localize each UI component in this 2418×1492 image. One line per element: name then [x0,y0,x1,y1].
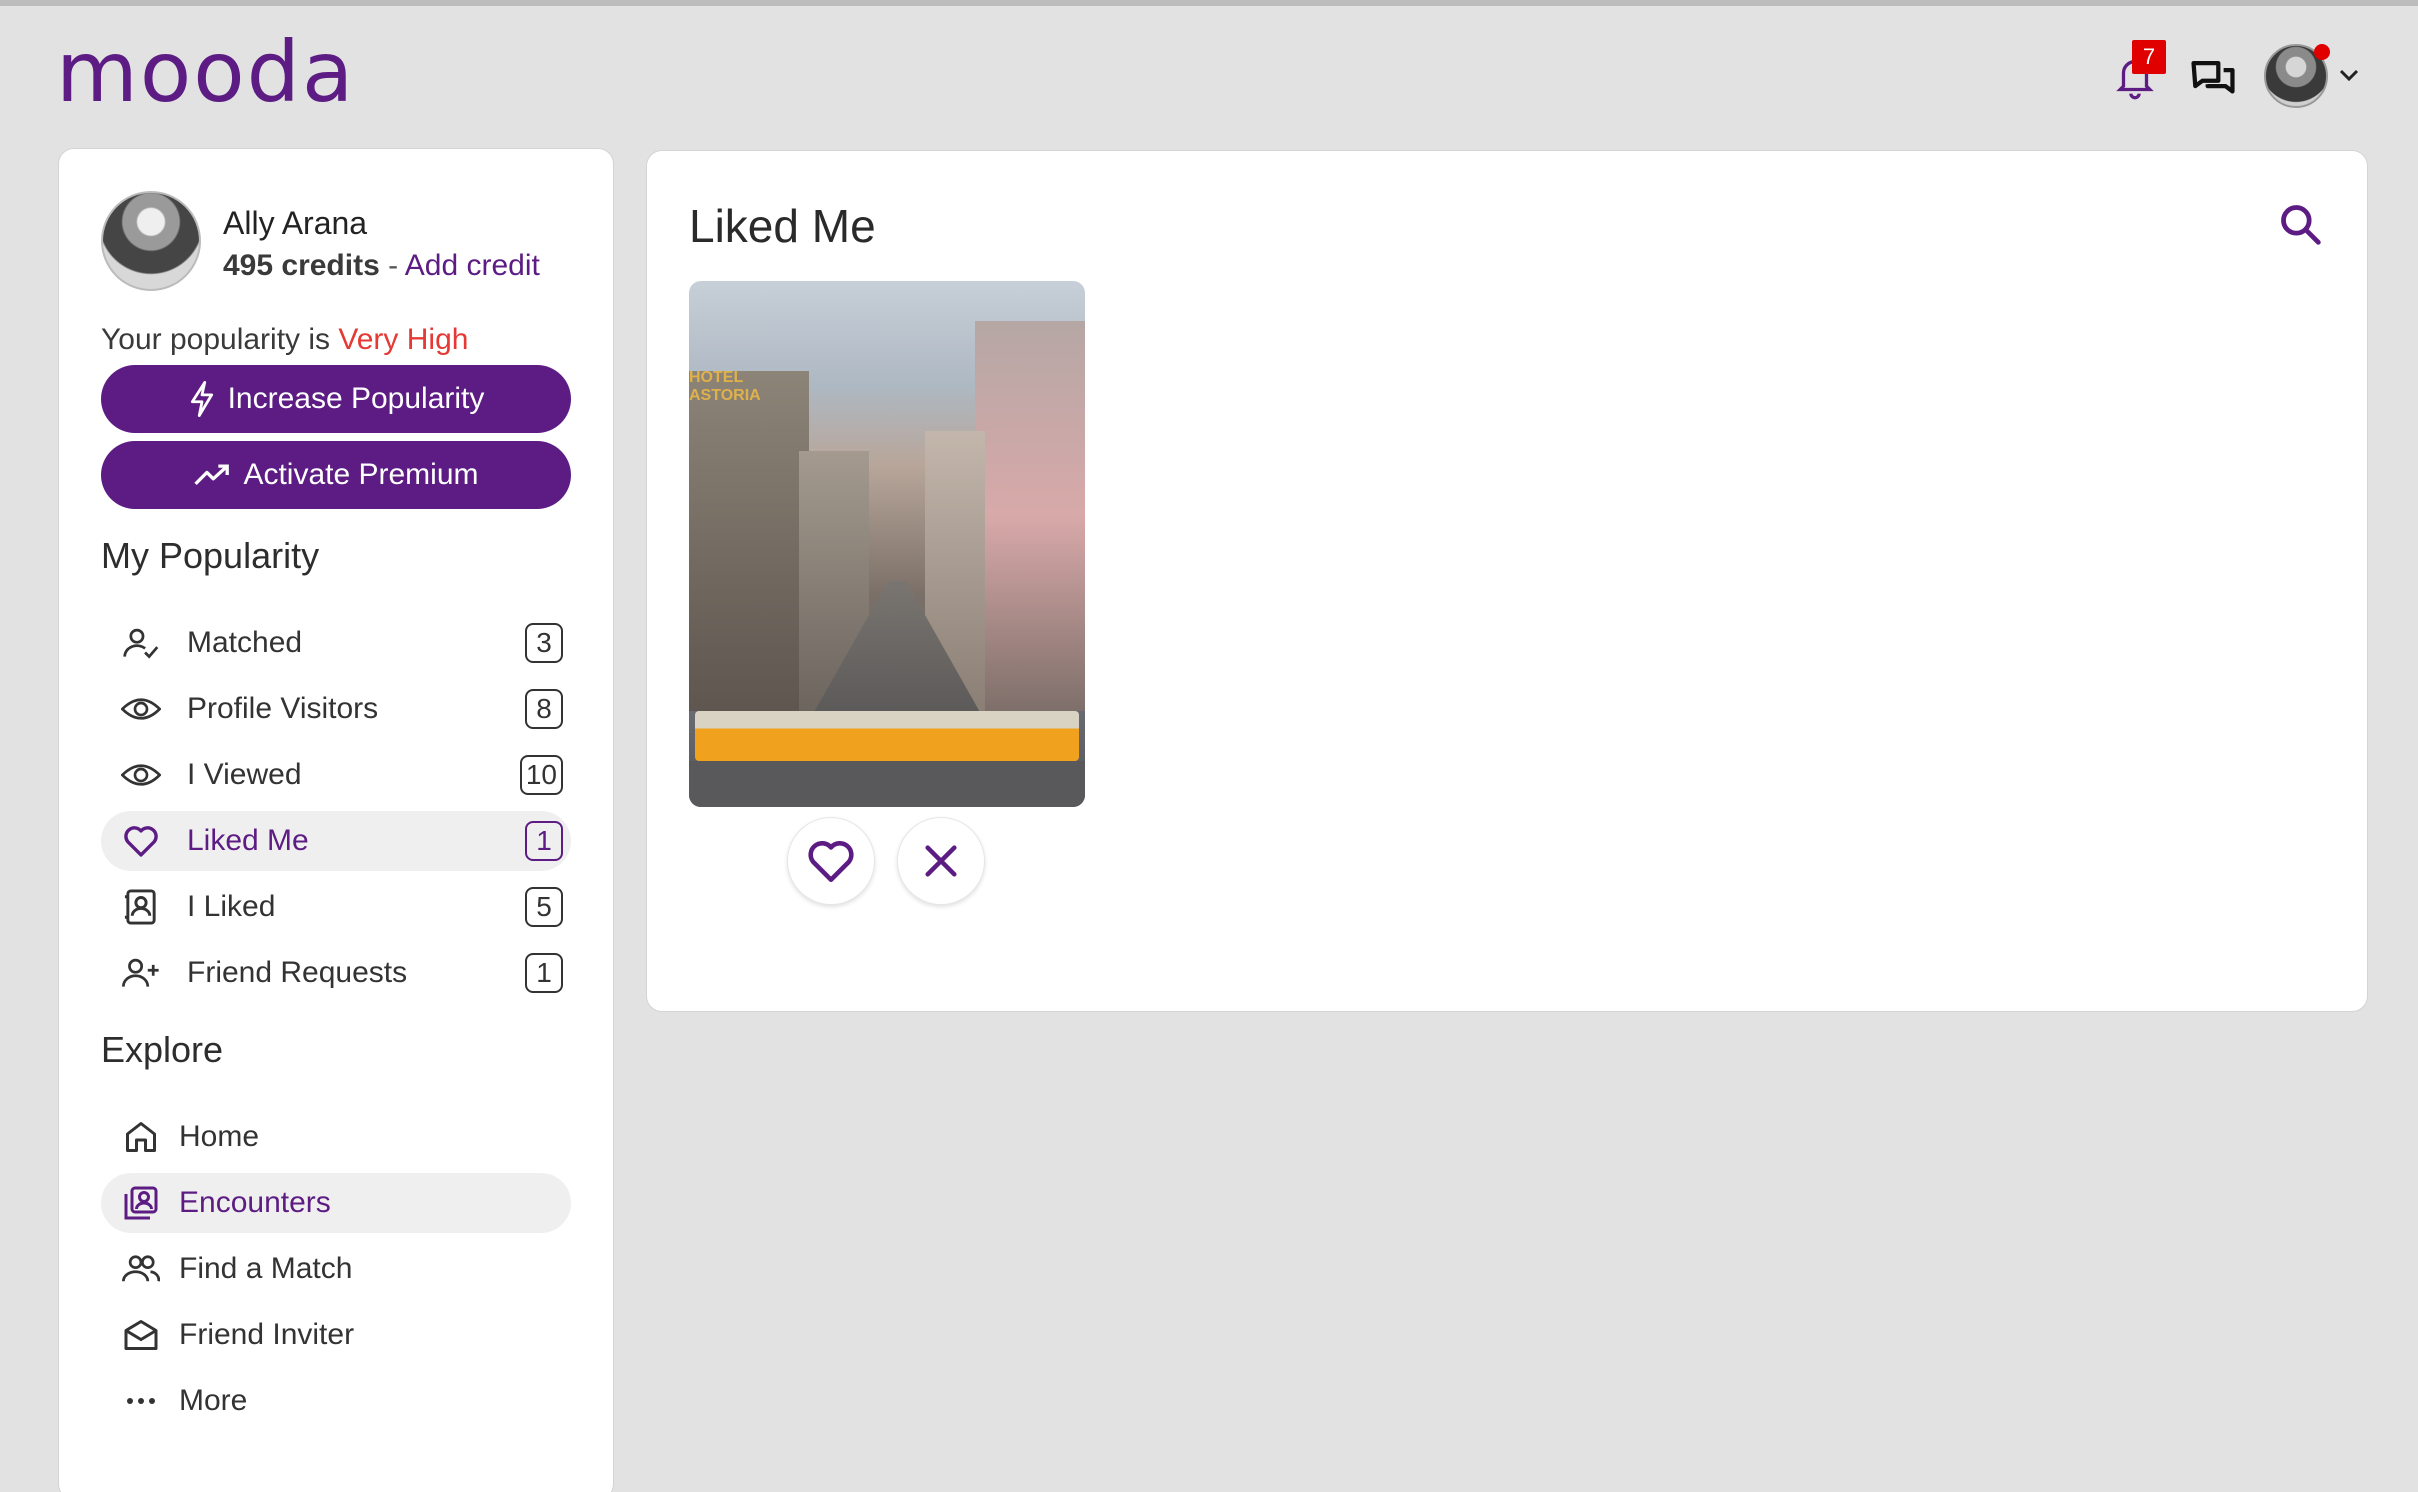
sidebar-item-home[interactable]: Home [101,1107,571,1167]
encounters-icon [121,1183,161,1223]
sidebar: Ally Arana 495 credits - Add credit Your… [58,148,614,1492]
activate-premium-label: Activate Premium [243,458,479,491]
sidebar-item-friend-inviter[interactable]: Friend Inviter [101,1305,571,1365]
sidebar-item-i-viewed[interactable]: I Viewed 10 [101,745,571,805]
close-icon [925,845,957,877]
sidebar-item-matched[interactable]: Matched 3 [101,613,571,673]
count-badge: 1 [525,821,563,861]
popularity-status: Your popularity is Very High [101,323,468,357]
sidebar-item-label: I Liked [187,890,276,923]
photo-building [975,321,1085,711]
count-badge: 8 [525,689,563,729]
notification-count-badge: 7 [2132,40,2166,74]
sidebar-item-profile-visitors[interactable]: Profile Visitors 8 [101,679,571,739]
sidebar-item-encounters[interactable]: Encounters [101,1173,571,1233]
sidebar-item-label: I Viewed [187,758,302,791]
profile-credits-line: 495 credits - Add credit [223,249,540,283]
sidebar-item-label: Home [179,1120,260,1153]
sidebar-item-label: Find a Match [179,1252,353,1285]
search-icon [2281,205,2321,245]
sidebar-item-i-liked[interactable]: I Liked 5 [101,877,571,937]
heart-icon [808,841,854,883]
like-button[interactable] [787,817,875,905]
account-menu-toggle[interactable] [2336,62,2362,88]
popularity-prefix: Your popularity is [101,323,331,356]
photo-hotel-sign: HOTEL ASTORIA [689,369,761,404]
activate-premium-button[interactable]: Activate Premium [101,441,571,509]
credits-separator: - [379,249,405,282]
sidebar-item-liked-me[interactable]: Liked Me 1 [101,811,571,871]
sidebar-item-label: Friend Requests [187,956,408,989]
contact-card-icon [121,887,161,927]
pass-button[interactable] [897,817,985,905]
photo-building [689,371,809,711]
lightning-icon [190,381,213,417]
count-badge: 3 [525,623,563,663]
home-icon [121,1117,161,1157]
messages-button[interactable] [2186,52,2240,106]
heart-icon [121,821,161,861]
profile-name[interactable]: Ally Arana [223,205,367,242]
envelope-icon [121,1315,161,1355]
sidebar-item-label: Liked Me [187,824,309,857]
mooda-logo[interactable]: mooda [56,30,355,114]
account-alert-dot [2314,44,2330,60]
credits-amount: 495 credits [223,249,380,282]
increase-popularity-label: Increase Popularity [227,382,485,415]
page-title: Liked Me [689,200,876,252]
users-icon [121,1249,161,1289]
sidebar-item-label: Friend Inviter [179,1318,355,1351]
profile-avatar[interactable] [101,191,201,291]
sidebar-item-more[interactable]: More [101,1371,571,1431]
my-popularity-heading: My Popularity [101,535,320,576]
photo-tram [695,711,1079,761]
sidebar-item-find-a-match[interactable]: Find a Match [101,1239,571,1299]
sidebar-item-label: Matched [187,626,303,659]
chevron-down-icon [2339,69,2359,82]
count-badge: 10 [519,755,563,795]
search-button[interactable] [2275,199,2325,249]
eye-icon [121,755,161,795]
count-badge: 5 [525,887,563,927]
more-dots-icon [121,1381,161,1421]
sidebar-item-friend-requests[interactable]: Friend Requests 1 [101,943,571,1003]
browser-top-line [0,0,2418,6]
eye-icon [121,689,161,729]
increase-popularity-button[interactable]: Increase Popularity [101,365,571,433]
chat-icon [2191,60,2235,94]
trending-up-icon [194,464,230,486]
add-credit-link[interactable]: Add credit [405,249,540,282]
user-check-icon [121,623,161,663]
profile-photo-card[interactable]: HOTEL ASTORIA [689,281,1085,807]
liked-me-panel: Liked Me HOTEL ASTORIA [646,150,2368,1012]
notifications-button[interactable]: 7 [2108,40,2166,108]
photo-street [689,761,1085,807]
sidebar-item-label: More [179,1384,248,1417]
sidebar-item-label: Encounters [179,1186,331,1219]
account-avatar[interactable] [2264,44,2330,108]
popularity-level: Very High [338,323,469,356]
sidebar-item-label: Profile Visitors [187,692,379,725]
explore-heading: Explore [101,1029,224,1070]
user-plus-icon [121,953,161,993]
count-badge: 1 [525,953,563,993]
